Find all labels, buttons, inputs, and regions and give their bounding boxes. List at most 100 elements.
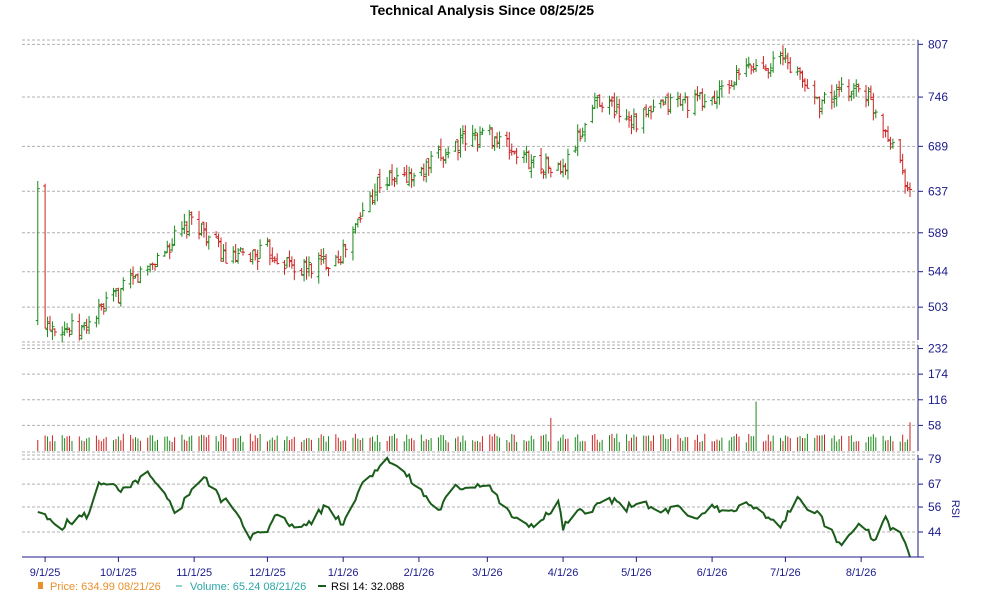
legend: Price: 634.99 08/21/26 Volume: 65.24 08/… [38,581,404,593]
price-bar [700,88,705,111]
price-bar [820,99,825,115]
price-bar [908,182,912,198]
price-bar [768,63,773,77]
legend-price-label: Price: 634.99 08/21/26 [50,581,161,593]
price-bar [145,265,150,276]
price-bar [419,166,424,177]
price-bar [886,126,891,143]
chart-title: Technical Analysis Since 08/25/25 [370,2,594,18]
price-bar [304,256,309,280]
price-bar [316,252,321,284]
price-bar [221,244,226,262]
x-tick-label: 1/1/26 [328,567,359,579]
price-bar [441,156,446,168]
price-bar [883,129,888,138]
price-bar [490,127,495,149]
price-bar [798,67,803,80]
price-bar [881,113,886,139]
price-bar [87,315,92,335]
price-bar [524,145,529,163]
price-bar [556,162,561,171]
price-bar [521,150,526,164]
price-bar [216,233,221,248]
x-tick-label: 10/1/25 [100,567,137,579]
price-bar [306,256,311,277]
price-bar [507,132,512,160]
price-bar [35,180,40,326]
price-bar [795,66,800,76]
price-bar [338,255,343,265]
price-bar [754,59,759,73]
price-bar [204,222,209,247]
price-bar [839,77,844,93]
price-bar [121,277,126,291]
price-bar [487,124,492,136]
price-bar [529,154,534,179]
x-axis: 9/1/25 10/1/25 11/1/25 12/1/25 1/1/26 2/1/26 3… [22,556,924,579]
price-bar [387,170,392,187]
price-bar [82,321,87,331]
price-bar [837,80,842,97]
price-bar [470,124,475,148]
legend-volume-label: Volume: 65.24 08/21/26 [190,581,306,593]
price-bar [746,56,751,69]
price-bar [101,303,106,315]
price-bar [548,167,553,178]
x-tick-label: 9/1/25 [30,567,61,579]
price-bar [854,79,859,97]
price-bar [495,132,500,148]
price-bar [270,247,275,263]
price-bar [539,147,544,175]
price-bar [184,221,189,239]
price-bar [385,176,390,191]
price-bar [284,257,289,268]
price-bar [223,241,228,264]
price-bar [272,256,277,264]
volume-y-tick-label: 232 [928,342,948,356]
price-bar [199,223,204,237]
x-tick-label: 8/1/26 [846,567,877,579]
price-bar [651,99,656,113]
price-y-tick-label: 746 [928,90,948,104]
price-bar [292,259,297,281]
price-bar [504,131,509,147]
price-bar [52,328,57,337]
price-bar [250,249,255,265]
price-bar [111,287,116,302]
price-bar [607,95,612,115]
price-bar [575,124,580,157]
price-bar [600,102,605,113]
price-bar [319,248,324,266]
legend-rsi-label: RSI 14: 32.088 [331,581,404,593]
price-bar [473,128,478,141]
price-bar [150,262,155,270]
price-bar [866,87,871,107]
volume-panel: 232 174 116 58 [22,342,948,451]
price-bar [358,212,363,223]
price-bar [96,298,101,325]
price-bar [817,96,822,119]
price-bar [404,165,409,184]
price-bar [805,78,810,89]
price-bar [732,81,737,91]
x-tick-label: 7/1/26 [770,567,801,579]
price-bar [69,313,74,335]
price-y-tick-label: 637 [928,184,948,198]
price-bar [812,80,817,105]
price-bar [644,104,649,118]
price-bar [627,111,632,128]
price-y-tick-label: 544 [928,265,948,279]
price-bar [646,107,651,118]
price-bar [675,91,680,108]
price-bar [458,128,463,158]
price-bar [578,128,583,142]
price-bar [898,138,903,164]
price-bar [372,183,377,206]
price-bar [903,168,908,194]
price-bar [597,94,602,107]
price-bar [309,263,314,279]
price-bar [172,225,177,246]
x-tick-label: 5/1/26 [621,567,652,579]
price-bar [407,166,412,187]
price-bar [719,80,724,98]
